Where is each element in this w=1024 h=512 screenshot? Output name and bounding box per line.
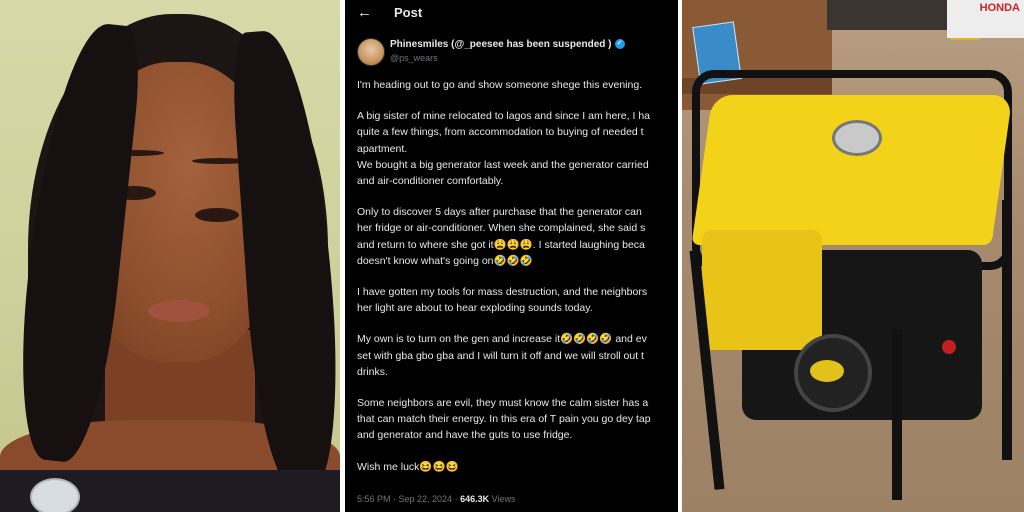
tweet-line: and return to where she got it😩😩😩. I sta… — [357, 238, 645, 251]
tweet-line: and generator and have the guts to use f… — [357, 429, 573, 442]
lips — [148, 300, 210, 322]
fuel-tank — [691, 95, 1013, 245]
tweet-line: doesn't know what's going on🤣🤣🤣 — [357, 254, 533, 267]
portrait-photo — [0, 0, 340, 512]
tweet-line: drinks. — [357, 365, 388, 378]
tweet-line: We bought a big generator last week and … — [357, 158, 649, 171]
frame-leg — [1002, 200, 1012, 460]
yellow-side-panel — [702, 230, 822, 350]
tweet-line: Some neighbors are evil, they must know … — [357, 397, 649, 410]
tweet-line: My own is to turn on the gen and increas… — [357, 333, 647, 346]
tweet-line: Only to discover 5 days after purchase t… — [357, 206, 642, 219]
views-label: Views — [489, 494, 516, 504]
back-arrow-icon[interactable]: ← — [357, 4, 372, 21]
views-count: 646.3K — [460, 494, 490, 504]
author-name[interactable]: Phinesmiles (@_peesee has been suspended… — [390, 39, 625, 50]
brooch — [30, 478, 80, 512]
tweet-line: her fridge or air-conditioner. When she … — [357, 222, 646, 235]
doorway — [827, 0, 957, 30]
right-eye — [195, 208, 239, 222]
post-timestamp[interactable]: 5:56 PM · Sep 22, 2024 · — [357, 494, 460, 504]
fuel-cap — [832, 120, 882, 156]
page-title: Post — [394, 5, 423, 20]
author-name-text[interactable]: Phinesmiles (@_peesee has been suspended… — [390, 39, 612, 50]
generator-photo: HONDA — [682, 0, 1024, 512]
frame-leg — [892, 330, 902, 500]
tweet-line: her light are about to hear exploding so… — [357, 302, 593, 315]
tweet-screenshot: ← Post Phinesmiles (@_peesee has been su… — [345, 0, 678, 512]
shop-sign: HONDA — [947, 0, 1024, 38]
tweet-body: I'm heading out to go and show someone s… — [357, 77, 678, 475]
tweet-line: apartment. — [357, 142, 408, 155]
tweet-line: Wish me luck😆😆😆 — [357, 460, 459, 473]
tweet-line: quite a few things, from accommodation t… — [357, 126, 644, 139]
tweet-line: I have gotten my tools for mass destruct… — [357, 286, 648, 299]
avatar[interactable] — [357, 38, 385, 66]
tweet-line: A big sister of mine relocated to lagos … — [357, 110, 650, 123]
post-meta: 5:56 PM · Sep 22, 2024 · 646.3K Views — [357, 494, 515, 504]
author-handle[interactable]: @ps_wears — [390, 53, 438, 63]
tweet-line: set with gba gbo gba and I will turn it … — [357, 349, 644, 362]
starter-label — [810, 360, 844, 382]
post-header: ← Post — [345, 0, 678, 30]
tweet-line: that can match their energy. In this era… — [357, 413, 651, 426]
tweet-line: I'm heading out to go and show someone s… — [357, 79, 643, 91]
tweet-line: and air-conditioner comfortably. — [357, 175, 504, 188]
red-switch — [942, 340, 956, 354]
verified-badge-icon: ✓ — [614, 39, 625, 50]
